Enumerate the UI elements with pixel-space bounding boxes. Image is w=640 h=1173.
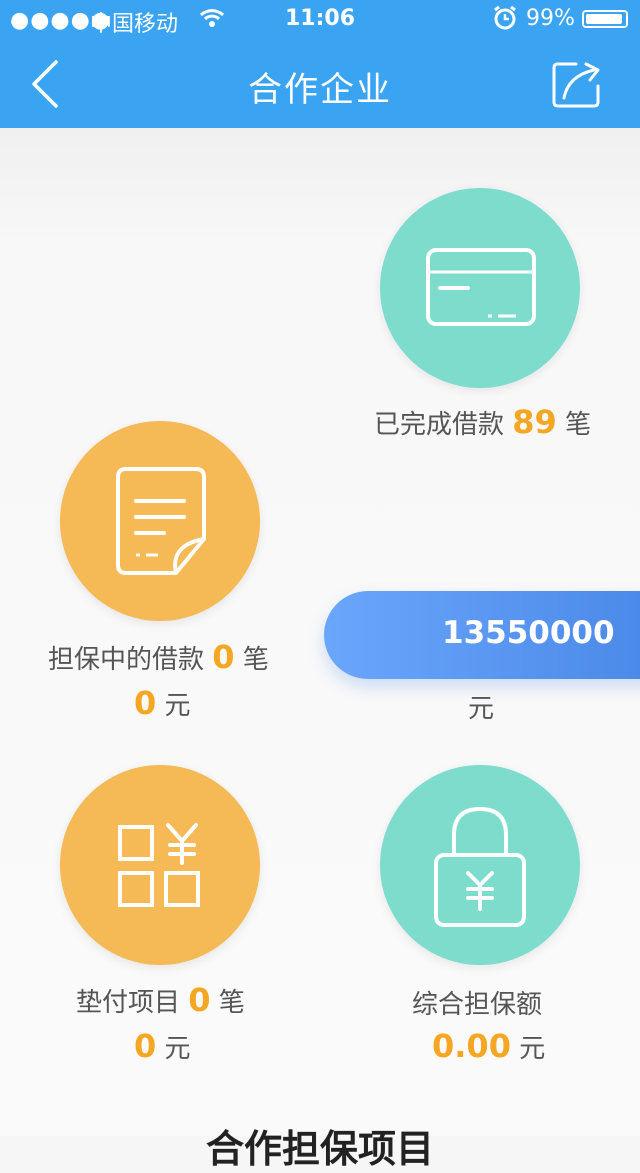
battery-percent: 99% (526, 6, 575, 31)
status-bar: ●●●●● 中国移动 11:06 99% (0, 0, 640, 40)
completed-loans-badge[interactable] (380, 188, 580, 388)
lock-yuan-icon (434, 806, 526, 927)
grid-yuan-icon (118, 823, 200, 907)
section-title: 合作担保项目 (205, 1127, 434, 1171)
share-button[interactable] (550, 60, 604, 110)
document-icon (116, 467, 206, 575)
guaranteeing-loans-label: 担保中的借款 0 笔 (48, 638, 269, 676)
nav-bar: 合作企业 (0, 40, 640, 128)
page-title: 合作企业 (248, 70, 392, 110)
alarm-icon (492, 4, 518, 38)
guaranteeing-loans-amount: 0 元 (134, 684, 191, 722)
battery-icon (582, 10, 628, 28)
guarantee-total-badge[interactable] (380, 765, 580, 965)
completed-loans-count: 89 (512, 403, 557, 441)
advance-projects-count: 0 (188, 981, 211, 1019)
advance-projects-badge[interactable] (60, 765, 260, 965)
guarantee-total-amount: 0.00 元 (432, 1027, 546, 1065)
total-amount-value: 13550000 (442, 615, 615, 651)
guaranteeing-loans-badge[interactable] (60, 421, 260, 621)
advance-projects-amount: 0 元 (134, 1027, 191, 1065)
advance-projects-label: 垫付项目 0 笔 (76, 981, 245, 1019)
total-amount-unit: 元 (468, 694, 495, 724)
total-amount-pill[interactable]: 13550000 (324, 591, 640, 679)
completed-loans-label: 已完成借款 89 笔 (374, 403, 592, 441)
guaranteeing-loans-count: 0 (212, 638, 235, 676)
card-icon (426, 248, 536, 326)
guarantee-total-label: 综合担保额 (412, 990, 543, 1020)
